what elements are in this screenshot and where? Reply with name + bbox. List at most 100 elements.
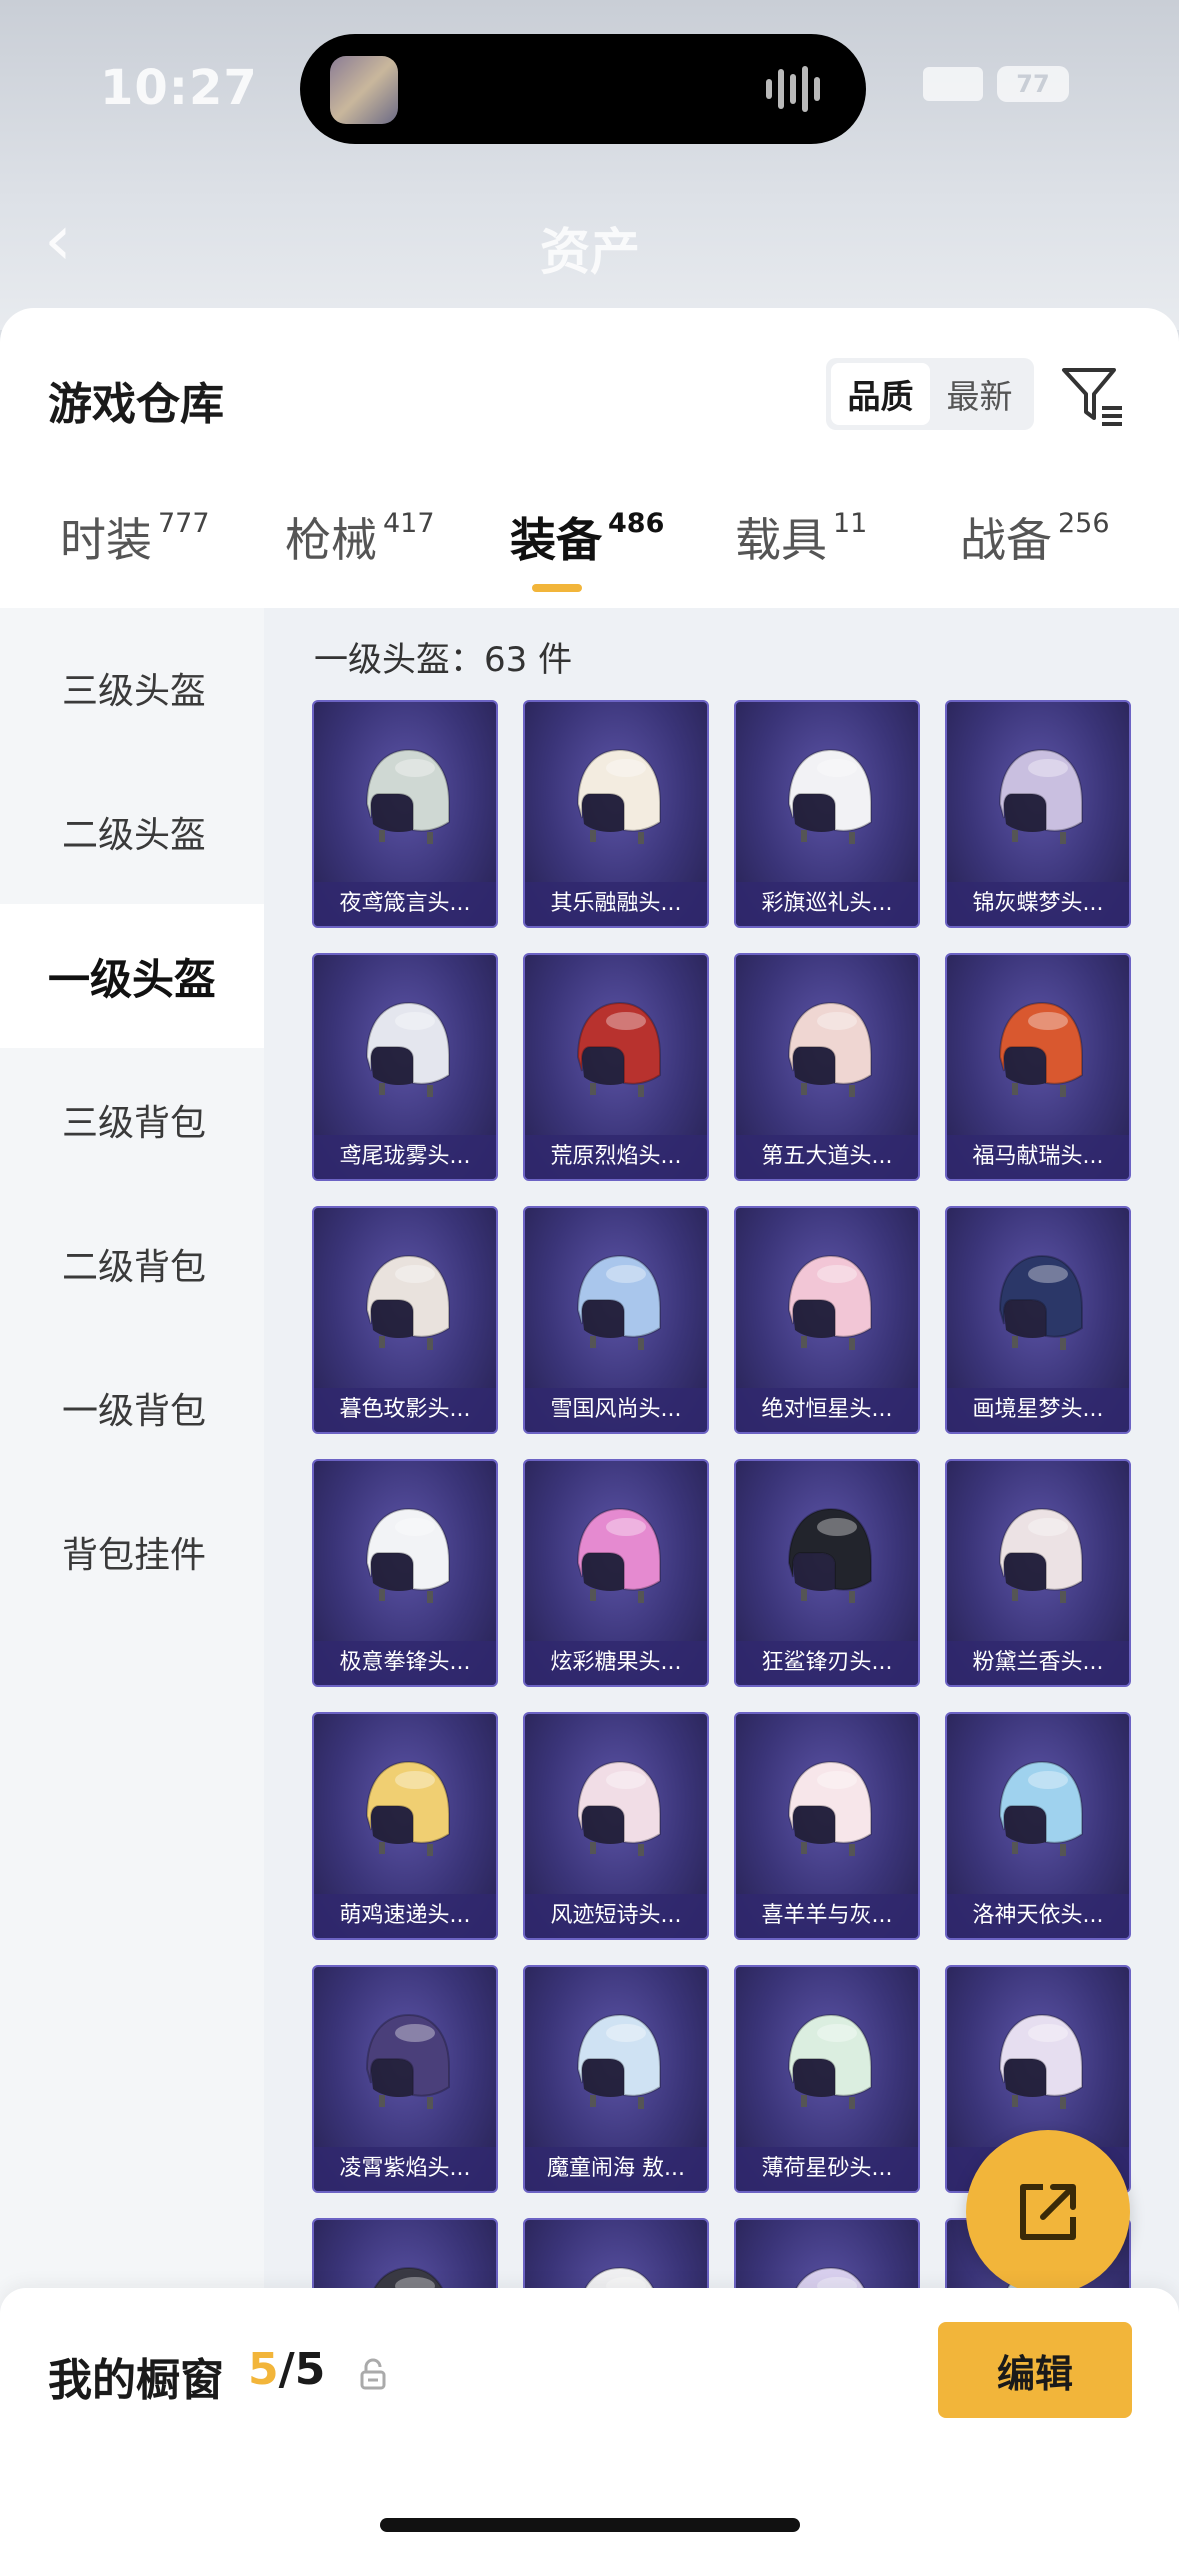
- helmet-card[interactable]: 其乐融融头...: [523, 700, 709, 928]
- showcase-used: 5: [248, 2344, 279, 2395]
- helmet-icon: [787, 2013, 872, 2109]
- helmet-name: 雪国风尚头...: [525, 1388, 707, 1432]
- helmet-card[interactable]: 粉黛兰香头...: [945, 1459, 1131, 1687]
- sort-toggle[interactable]: 品质 最新: [826, 358, 1034, 430]
- helmet-name: 狂鲨锋刃头...: [736, 1641, 918, 1685]
- helmet-icon: [998, 2013, 1083, 2109]
- helmet-card[interactable]: 福马献瑞头...: [945, 953, 1131, 1181]
- filter-icon[interactable]: [1058, 360, 1128, 430]
- warehouse-sheet: 游戏仓库 品质 最新 时装 777 枪械 417 装备 486 载具 11 战备…: [0, 308, 1179, 2556]
- helmet-icon: [576, 2013, 661, 2109]
- helmet-name: 粉黛兰香头...: [947, 1641, 1129, 1685]
- sidebar-item-backpack-1[interactable]: 一级背包: [0, 1336, 264, 1480]
- helmet-card[interactable]: 萌鸡速递头...: [312, 1712, 498, 1940]
- helmet-icon: [365, 1001, 450, 1097]
- helmet-card[interactable]: 荒原烈焰头...: [523, 953, 709, 1181]
- helmet-name: 鸢尾珑雾头...: [314, 1135, 496, 1179]
- helmet-card[interactable]: 凌霄紫焰头...: [312, 1965, 498, 2193]
- tab-count: 486: [608, 508, 665, 539]
- helmet-name: 彩旗巡礼头...: [736, 882, 918, 926]
- helmet-icon: [787, 1760, 872, 1856]
- sidebar-item-backpack-3[interactable]: 三级背包: [0, 1048, 264, 1192]
- edit-button[interactable]: 编辑: [938, 2322, 1132, 2418]
- tab-fashion[interactable]: 时装 777: [60, 504, 210, 604]
- helmet-card[interactable]: 薄荷星砂头...: [734, 1965, 920, 2193]
- helmet-name: 锦灰蝶梦头...: [947, 882, 1129, 926]
- helmet-name: 极意拳锋头...: [314, 1641, 496, 1685]
- helmet-name: 洛神天依头...: [947, 1894, 1129, 1938]
- helmet-name: 福马献瑞头...: [947, 1135, 1129, 1179]
- helmet-card[interactable]: 洛神天依头...: [945, 1712, 1131, 1940]
- helmet-icon: [998, 1254, 1083, 1350]
- helmet-icon: [998, 1760, 1083, 1856]
- helmet-icon: [576, 1507, 661, 1603]
- audio-wave-icon: [766, 64, 836, 114]
- status-time: 10:27: [100, 60, 258, 116]
- tab-label: 战备: [960, 513, 1052, 567]
- helmet-icon: [576, 1760, 661, 1856]
- active-tab-indicator: [532, 584, 582, 592]
- sidebar-item-backpack-charm[interactable]: 背包挂件: [0, 1480, 264, 1624]
- helmet-card[interactable]: 画境星梦头...: [945, 1206, 1131, 1434]
- helmet-icon: [576, 1254, 661, 1350]
- share-button[interactable]: [966, 2130, 1130, 2294]
- helmet-card[interactable]: 魔童闹海 敖...: [523, 1965, 709, 2193]
- helmet-icon: [787, 1507, 872, 1603]
- helmet-icon: [787, 748, 872, 844]
- helmet-card[interactable]: 喜羊羊与灰...: [734, 1712, 920, 1940]
- sort-latest-button[interactable]: 最新: [930, 363, 1029, 425]
- helmet-name: 喜羊羊与灰...: [736, 1894, 918, 1938]
- helmet-name: 炫彩糖果头...: [525, 1641, 707, 1685]
- share-icon: [1020, 2184, 1076, 2240]
- helmet-card[interactable]: 绝对恒星头...: [734, 1206, 920, 1434]
- dynamic-island: [300, 34, 866, 144]
- helmet-icon: [365, 2013, 450, 2109]
- helmet-card[interactable]: 雪国风尚头...: [523, 1206, 709, 1434]
- helmet-name: 荒原烈焰头...: [525, 1135, 707, 1179]
- tab-label: 时装: [60, 513, 152, 567]
- sidebar-item-helmet-2[interactable]: 二级头盔: [0, 760, 264, 904]
- helmet-card[interactable]: 暮色玫影头...: [312, 1206, 498, 1434]
- helmet-icon: [365, 1760, 450, 1856]
- tab-label: 载具: [735, 513, 827, 567]
- tab-label: 枪械: [285, 513, 377, 567]
- showcase-count: 5/5: [248, 2344, 325, 2395]
- lock-icon: [360, 2358, 386, 2390]
- helmet-name: 薄荷星砂头...: [736, 2147, 918, 2191]
- helmet-card[interactable]: 第五大道头...: [734, 953, 920, 1181]
- status-icons: 77: [923, 66, 1069, 102]
- sort-quality-button[interactable]: 品质: [831, 363, 930, 425]
- tab-label: 装备: [510, 513, 602, 567]
- sidebar-item-helmet-3[interactable]: 三级头盔: [0, 616, 264, 760]
- helmet-card[interactable]: 风迹短诗头...: [523, 1712, 709, 1940]
- helmet-name: 风迹短诗头...: [525, 1894, 707, 1938]
- tab-combat-gear[interactable]: 战备 256: [960, 504, 1110, 604]
- tab-vehicles[interactable]: 载具 11: [735, 504, 867, 604]
- helmet-card[interactable]: 夜鸢箴言头...: [312, 700, 498, 928]
- tab-count: 417: [383, 508, 435, 539]
- sidebar-item-helmet-1[interactable]: 一级头盔: [0, 904, 264, 1048]
- signal-icon: [923, 67, 983, 101]
- helmet-name: 凌霄紫焰头...: [314, 2147, 496, 2191]
- helmet-card[interactable]: 狂鲨锋刃头...: [734, 1459, 920, 1687]
- subcategory-sidebar: 三级头盔 二级头盔 一级头盔 三级背包 二级背包 一级背包 背包挂件: [0, 608, 264, 2556]
- helmet-name: 暮色玫影头...: [314, 1388, 496, 1432]
- tab-count: 777: [158, 508, 210, 539]
- helmet-card[interactable]: 鸢尾珑雾头...: [312, 953, 498, 1181]
- back-arrow-icon[interactable]: ‹: [44, 205, 72, 275]
- showcase-bar: 我的橱窗 5/5 编辑: [0, 2288, 1179, 2556]
- sidebar-item-backpack-2[interactable]: 二级背包: [0, 1192, 264, 1336]
- helmet-icon: [365, 1254, 450, 1350]
- helmet-name: 绝对恒星头...: [736, 1388, 918, 1432]
- tab-firearms[interactable]: 枪械 417: [285, 504, 435, 604]
- helmet-name: 画境星梦头...: [947, 1388, 1129, 1432]
- helmet-card[interactable]: 极意拳锋头...: [312, 1459, 498, 1687]
- helmet-card[interactable]: 锦灰蝶梦头...: [945, 700, 1131, 928]
- helmet-icon: [365, 748, 450, 844]
- battery-icon: 77: [997, 66, 1069, 102]
- helmet-icon: [787, 1254, 872, 1350]
- helmet-card[interactable]: 彩旗巡礼头...: [734, 700, 920, 928]
- helmet-icon: [998, 1507, 1083, 1603]
- helmet-card[interactable]: 炫彩糖果头...: [523, 1459, 709, 1687]
- tab-count: 11: [833, 508, 868, 539]
